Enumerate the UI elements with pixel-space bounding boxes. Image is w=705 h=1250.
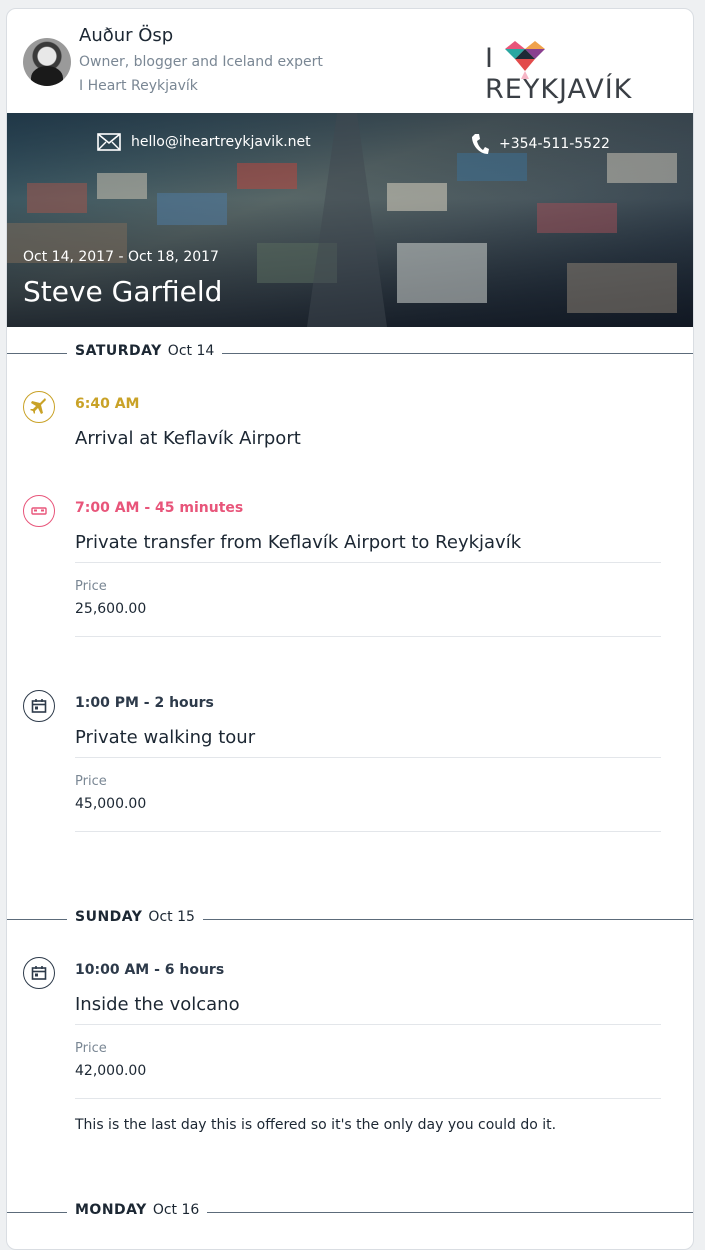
item-time: 7:00 AM - 45 minutes [75, 500, 244, 516]
itinerary-item[interactable]: 7:00 AM - 45 minutes Private transfer fr… [7, 483, 693, 678]
divider [75, 757, 661, 758]
day-date: Oct 14 [167, 343, 215, 359]
company-logo: IREYKJAVÍK [485, 37, 679, 105]
divider [75, 636, 661, 637]
itinerary-item[interactable]: 10:00 AM - 6 hours Inside the volcano Pr… [7, 945, 693, 1186]
day-header: SATURDAY Oct 14 [7, 327, 693, 379]
itinerary-item[interactable]: 6:40 AM Arrival at Keflavík Airport [7, 379, 693, 483]
price-label: Price [75, 579, 107, 594]
airplane-icon [23, 391, 55, 423]
envelope-icon [97, 133, 121, 151]
divider [75, 1024, 661, 1025]
price-label: Price [75, 1041, 107, 1056]
divider [75, 1098, 661, 1099]
item-note: This is the last day this is offered so … [75, 1117, 557, 1133]
phone-icon [472, 134, 489, 154]
calendar-icon [23, 690, 55, 722]
heart-icon [505, 41, 545, 79]
price-label: Price [75, 774, 107, 789]
trip-dates: Oct 14, 2017 - Oct 18, 2017 [23, 249, 219, 265]
client-name: Steve Garfield [23, 275, 223, 308]
owner-role: Owner, blogger and Iceland expert [79, 54, 323, 70]
itinerary-item[interactable]: 1:00 PM - 2 hours Private walking tour P… [7, 678, 693, 893]
day-weekday: MONDAY [75, 1202, 147, 1218]
itinerary-card: Auður Ösp Owner, blogger and Iceland exp… [6, 8, 694, 1250]
day-date: Oct 16 [152, 1202, 200, 1218]
day-date: Oct 15 [148, 909, 195, 925]
price-value: 25,600.00 [75, 601, 147, 617]
item-time: 6:40 AM [75, 396, 140, 412]
price-value: 42,000.00 [75, 1063, 147, 1079]
car-icon [23, 495, 55, 527]
item-title: Private transfer from Keflavík Airport t… [75, 532, 522, 553]
owner-name: Auður Ösp [79, 25, 174, 46]
email-text: hello@iheartreykjavik.net [131, 134, 311, 150]
day-header: SUNDAY Oct 15 [7, 893, 693, 945]
email-link[interactable]: hello@iheartreykjavik.net [97, 133, 311, 151]
divider [75, 831, 661, 832]
item-title: Private walking tour [75, 727, 256, 748]
owner-company: I Heart Reykjavík [79, 78, 198, 94]
day-weekday: SATURDAY [75, 343, 162, 359]
calendar-icon [23, 957, 55, 989]
item-time: 10:00 AM - 6 hours [75, 962, 225, 978]
item-title: Inside the volcano [75, 994, 240, 1015]
day-weekday: SUNDAY [75, 909, 143, 925]
avatar [23, 38, 71, 86]
price-value: 45,000.00 [75, 796, 147, 812]
agent-header: Auður Ösp Owner, blogger and Iceland exp… [7, 9, 693, 113]
phone-text: +354-511-5522 [499, 136, 610, 152]
divider [75, 562, 661, 563]
day-header: MONDAY Oct 16 [7, 1186, 693, 1238]
item-title: Arrival at Keflavík Airport [75, 428, 301, 449]
item-time: 1:00 PM - 2 hours [75, 695, 214, 711]
phone-link[interactable]: +354-511-5522 [471, 133, 610, 155]
hero-banner: hello@iheartreykjavik.net +354-511-5522 … [7, 113, 693, 327]
